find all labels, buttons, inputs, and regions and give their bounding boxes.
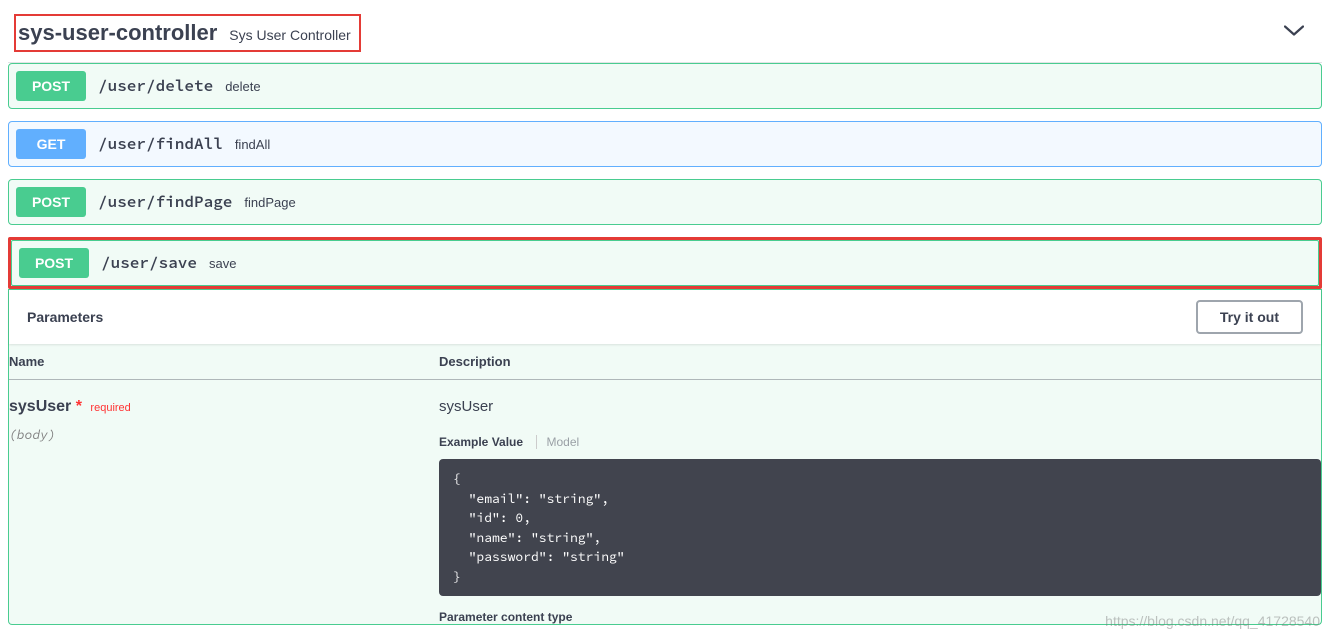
tab-example-value[interactable]: Example Value bbox=[439, 435, 531, 449]
http-method-badge: POST bbox=[16, 71, 86, 101]
param-description: sysUser bbox=[439, 398, 1321, 415]
endpoint-user-findpage[interactable]: POST /user/findPage findPage bbox=[8, 179, 1322, 225]
controller-description: Sys User Controller bbox=[229, 27, 350, 43]
endpoint-summary: findPage bbox=[244, 195, 295, 210]
endpoint-path: /user/delete bbox=[86, 76, 225, 96]
column-header-description: Description bbox=[439, 344, 1321, 380]
required-label: required bbox=[90, 402, 130, 414]
model-tabs: Example Value Model bbox=[439, 433, 1321, 451]
endpoint-path: /user/findPage bbox=[86, 192, 244, 212]
endpoint-user-findall[interactable]: GET /user/findAll findAll bbox=[8, 121, 1322, 167]
endpoint-summary: save bbox=[209, 256, 236, 271]
required-star-icon: * bbox=[76, 398, 82, 415]
controller-title-highlight: sys-user-controller Sys User Controller bbox=[14, 14, 361, 52]
parameters-table: Name Description sysUser * required (bod… bbox=[9, 344, 1321, 624]
endpoint-user-save[interactable]: POST /user/save save bbox=[11, 240, 1319, 286]
http-method-badge: GET bbox=[16, 129, 86, 159]
param-in: (body) bbox=[9, 426, 439, 443]
endpoint-user-save-highlight: POST /user/save save bbox=[8, 237, 1322, 289]
controller-header[interactable]: sys-user-controller Sys User Controller bbox=[8, 4, 1322, 63]
content-type-label: Parameter content type bbox=[439, 610, 1321, 624]
try-it-out-button[interactable]: Try it out bbox=[1196, 300, 1303, 334]
tab-model[interactable]: Model bbox=[536, 435, 588, 449]
endpoint-summary: delete bbox=[225, 79, 260, 94]
chevron-down-icon[interactable] bbox=[1284, 24, 1304, 43]
http-method-badge: POST bbox=[16, 187, 86, 217]
endpoint-path: /user/findAll bbox=[86, 134, 235, 154]
endpoint-summary: findAll bbox=[235, 137, 270, 152]
endpoint-user-delete[interactable]: POST /user/delete delete bbox=[8, 63, 1322, 109]
http-method-badge: POST bbox=[19, 248, 89, 278]
endpoint-user-save-body: Parameters Try it out Name Description s… bbox=[8, 289, 1322, 625]
parameters-header: Parameters Try it out bbox=[9, 290, 1321, 344]
parameters-title: Parameters bbox=[27, 309, 103, 325]
example-json-block[interactable]: { "email": "string", "id": 0, "name": "s… bbox=[439, 459, 1321, 596]
param-name: sysUser bbox=[9, 398, 71, 415]
controller-name: sys-user-controller bbox=[18, 20, 217, 46]
column-header-name: Name bbox=[9, 344, 439, 380]
parameter-row: sysUser * required (body) sysUser Exampl… bbox=[9, 380, 1321, 625]
endpoint-path: /user/save bbox=[89, 253, 209, 273]
